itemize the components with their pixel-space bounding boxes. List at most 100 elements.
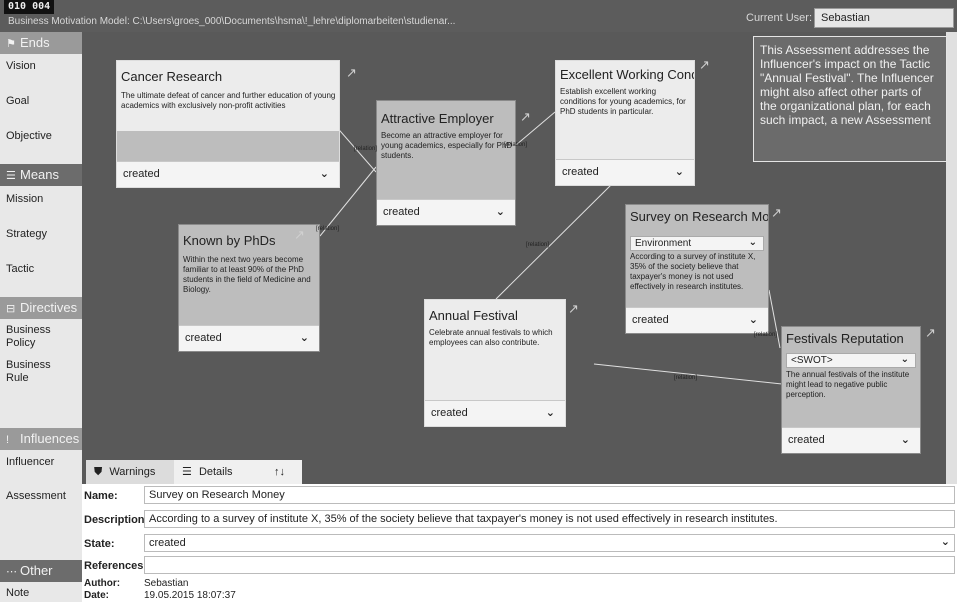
palette-item-assessment[interactable]: Assessment [6,490,66,503]
palette-item-objective[interactable]: Objective [6,130,52,143]
expand-arrow-icon[interactable]: ↗ [346,66,357,79]
palette-item-influencer[interactable]: Influencer [6,456,54,469]
name-label: Name: [84,490,118,502]
current-user-input[interactable] [814,8,954,28]
relation-line[interactable] [768,289,781,349]
author-value: Sebastian [144,578,189,589]
description-label: Description: [84,514,149,526]
expand-arrow-icon[interactable]: ↗ [699,58,710,71]
palette-header-directives[interactable]: ⊟ Directives [0,297,82,319]
node-title: Festivals Reputation [786,331,904,346]
assessment-tooltip: This Assessment addresses the Influencer… [753,36,947,162]
date-label: Date: [84,590,110,601]
expand-arrow-icon[interactable]: ↗ [294,228,305,241]
chevron-down-icon: ⌄ [319,168,329,180]
swot-select[interactable]: <SWOT> ⌄ [786,353,916,368]
state-select[interactable]: created ⌄ [144,534,955,552]
description-field[interactable]: According to a survey of institute X, 35… [144,510,955,528]
expand-arrow-icon[interactable]: ↗ [771,206,782,219]
node-cancer-research[interactable]: Cancer Research The ultimate defeat of c… [116,60,340,188]
palette-item-business-policy[interactable]: Business Policy [6,324,51,350]
chevron-down-icon: ⌄ [748,237,757,248]
node-body [117,131,339,163]
node-title: Annual Festival [429,308,518,323]
expand-arrow-icon[interactable]: ↗ [568,302,579,315]
node-state-select[interactable]: created ⌄ [117,161,339,187]
relation-label[interactable]: [relation] [504,142,527,148]
current-user-label: Current User: [746,12,813,24]
sort-icon[interactable]: ↑↓ [274,460,285,484]
app-title: Business Motivation Model: C:\Users\groe… [8,16,456,27]
node-description: According to a survey of institute X, 35… [630,252,756,291]
palette-header-other[interactable]: ⋯ Other [0,560,82,582]
relation-label[interactable]: [relation] [316,226,339,232]
relation-label[interactable]: [relation] [354,146,377,152]
name-field[interactable]: Survey on Research Money [144,486,955,504]
tab-details[interactable]: ☰ Details ↑↓ [174,460,302,484]
node-state-select[interactable]: created ⌄ [425,400,565,426]
node-state-select[interactable]: created ⌄ [782,427,920,453]
node-state-select[interactable]: created ⌄ [377,199,515,225]
node-survey-on-research-money[interactable]: Survey on Research Mone Environment ⌄ Acc… [625,204,769,334]
palette-item-business-rule[interactable]: Business Rule [6,359,51,385]
ellipsis-icon: ⋯ [6,566,17,578]
title-bar: 010 004 Business Motivation Model: C:\Us… [0,0,957,32]
shield-warning-icon: ⛊ [94,466,103,478]
references-field[interactable] [144,556,955,574]
expand-arrow-icon[interactable]: ↗ [925,326,936,339]
node-attractive-employer[interactable]: Attractive Employer Become an attractive… [376,100,516,226]
node-annual-festival[interactable]: Annual Festival Celebrate annual festiva… [424,299,566,427]
palette-item-strategy[interactable]: Strategy [6,228,47,241]
node-excellent-working-conditions[interactable]: Excellent Working Conditi Establish exce… [555,60,695,186]
palette-header-ends[interactable]: ⚑ Ends [0,32,82,54]
tab-warnings[interactable]: ⛊ Warnings [86,460,174,484]
expand-arrow-icon[interactable]: ↗ [520,110,531,123]
node-description: Become an attractive employer for young … [381,131,513,160]
flag-icon: ⚑ [6,38,16,50]
relation-label[interactable]: [relation] [754,332,777,338]
node-title: Cancer Research [121,69,223,84]
relation-label[interactable]: [relation] [674,375,697,381]
palette-header-means[interactable]: ☰ Means [0,164,82,186]
node-description: Within the next two years become familia… [183,255,311,294]
bottom-tab-bar: ⛊ Warnings ☰ Details ↑↓ [82,460,946,484]
category-select[interactable]: Environment ⌄ [630,236,764,251]
node-state-select[interactable]: created ⌄ [626,307,768,333]
element-palette: ⚑ Ends Vision Goal Objective ☰ Means Missi… [0,32,82,602]
chevron-down-icon: ⌄ [545,407,555,419]
node-title: Excellent Working Conditi [560,67,695,82]
references-label: References: [84,560,147,572]
node-title: Known by PhDs [183,233,276,248]
details-panel: Name: Survey on Research Money Descripti… [82,484,957,602]
chevron-down-icon: ⌄ [299,332,309,344]
relation-line[interactable] [593,363,783,385]
node-description: The annual festivals of the institute mi… [786,370,910,399]
palette-item-note[interactable]: Note [6,587,29,600]
chevron-down-icon: ⌄ [900,354,909,365]
chevron-down-icon: ⌄ [495,206,505,218]
palette-header-influences[interactable]: ! Influences [0,428,82,450]
chevron-down-icon: ⌄ [748,314,758,326]
chevron-down-icon: ⌄ [674,166,684,178]
palette-item-goal[interactable]: Goal [6,95,29,108]
chevron-down-icon: ⌄ [900,434,910,446]
list-icon: ☰ [182,466,192,478]
palette-item-mission[interactable]: Mission [6,193,43,206]
node-description: Establish excellent working conditions f… [560,87,686,116]
exclamation-icon: ! [6,434,10,446]
date-value: 19.05.2015 18:07:37 [144,590,236,601]
node-state-select[interactable]: created ⌄ [179,325,319,351]
frame-counter: 010 004 [4,0,55,14]
node-state-select[interactable]: created ⌄ [556,159,694,185]
node-description: Celebrate annual festivals to which empl… [429,328,553,347]
node-description: The ultimate defeat of cancer and furthe… [121,91,336,110]
checklist-icon: ☰ [6,170,16,182]
node-title: Attractive Employer [381,111,494,126]
relation-label[interactable]: [relation] [526,242,549,248]
chevron-down-icon: ⌄ [940,536,950,548]
node-title: Survey on Research Mone [630,209,769,224]
palette-item-vision[interactable]: Vision [6,60,36,73]
node-known-by-phds[interactable]: Known by PhDs Within the next two years … [178,224,320,352]
palette-item-tactic[interactable]: Tactic [6,263,34,276]
node-festivals-reputation[interactable]: Festivals Reputation <SWOT> ⌄ The annual … [781,326,921,454]
